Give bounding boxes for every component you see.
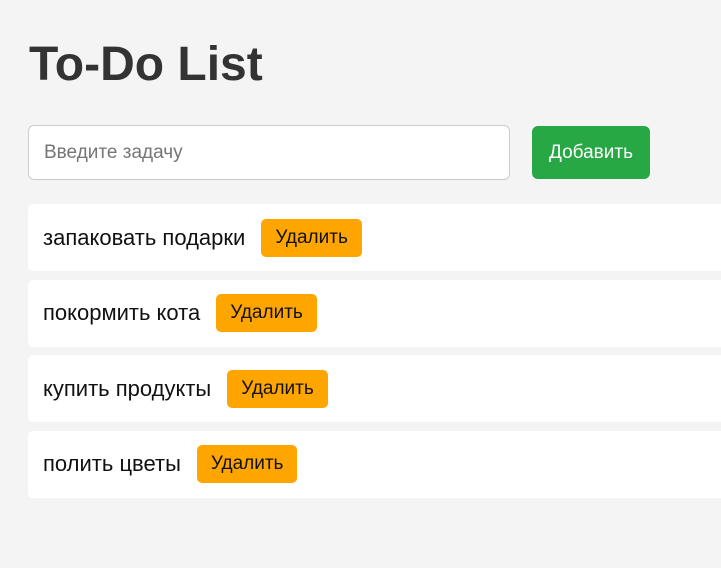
task-list: запаковать подарки Удалить покормить кот…	[28, 204, 721, 506]
delete-task-button[interactable]: Удалить	[261, 218, 362, 257]
delete-task-button[interactable]: Удалить	[227, 369, 328, 408]
delete-task-button[interactable]: Удалить	[216, 294, 317, 332]
task-item: полить цветы Удалить	[28, 430, 721, 498]
task-item: купить продукты Удалить	[28, 355, 721, 422]
add-task-form: Добавить	[28, 125, 721, 180]
task-text: купить продукты	[43, 375, 212, 401]
task-input[interactable]	[28, 125, 510, 180]
task-text: запаковать подарки	[43, 224, 246, 250]
task-text: покормить кота	[43, 300, 201, 325]
task-item: покормить кота Удалить	[28, 279, 721, 347]
delete-task-button[interactable]: Удалить	[196, 445, 298, 483]
task-item: запаковать подарки Удалить	[28, 204, 721, 271]
todo-page: To-Do List Добавить запаковать подарки У…	[0, 0, 721, 568]
page-title: To-Do List	[29, 38, 263, 91]
add-task-button[interactable]: Добавить	[532, 126, 650, 179]
task-text: полить цветы	[43, 451, 181, 476]
